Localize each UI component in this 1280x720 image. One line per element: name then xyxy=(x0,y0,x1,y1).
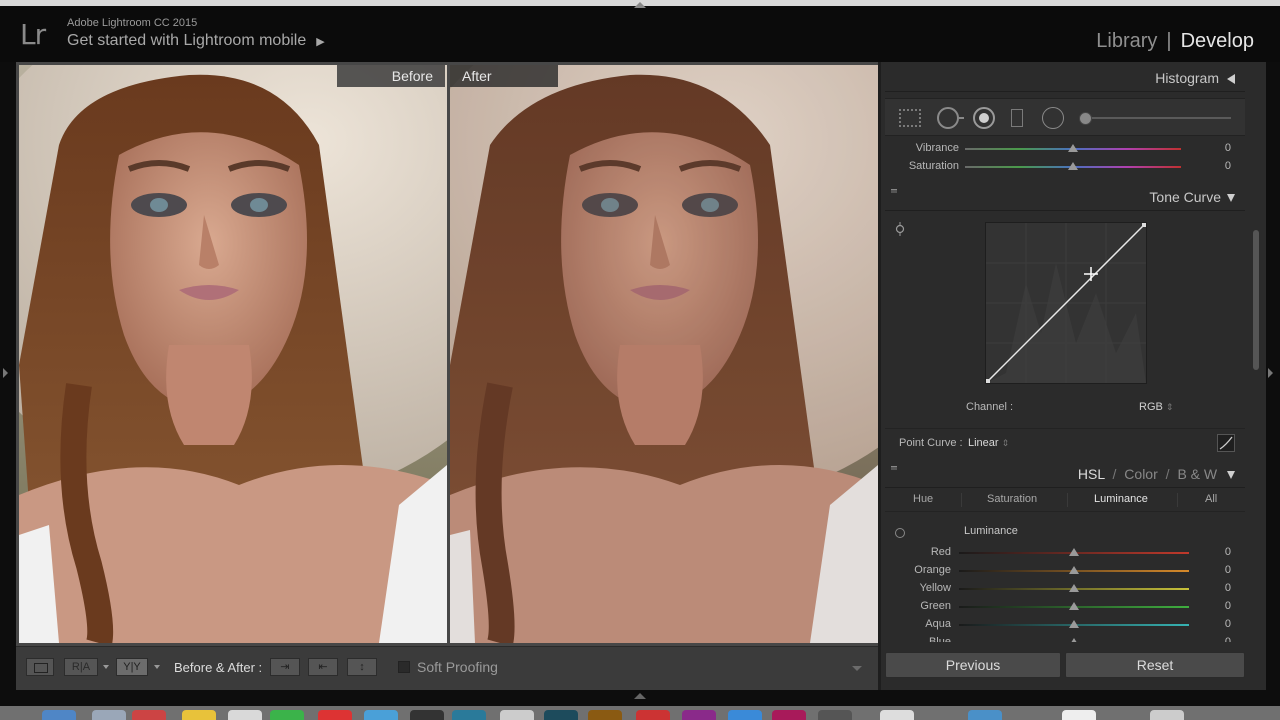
loupe-view-button[interactable] xyxy=(26,658,54,676)
dock-app-icon[interactable] xyxy=(92,710,126,720)
luminance-slider-knob[interactable] xyxy=(1069,602,1079,610)
dock-app-icon[interactable] xyxy=(182,710,216,720)
luminance-slider-knob[interactable] xyxy=(1069,638,1079,642)
soft-proofing-checkbox[interactable] xyxy=(398,661,410,673)
before-after-view-button[interactable]: Y|Y xyxy=(116,658,148,676)
luminance-slider-value[interactable]: 0 xyxy=(1225,600,1231,612)
previous-button[interactable]: Previous xyxy=(885,652,1061,678)
luminance-slider-value[interactable]: 0 xyxy=(1225,618,1231,630)
luminance-slider-aqua[interactable]: Aqua 0 xyxy=(885,616,1245,634)
dock-app-icon[interactable] xyxy=(772,710,806,720)
dock-app-icon[interactable] xyxy=(818,710,852,720)
luminance-slider-label: Red xyxy=(930,546,951,558)
before-after-label: Before & After : xyxy=(174,660,263,675)
portrait-before-image xyxy=(19,65,447,643)
luminance-slider-value[interactable]: 0 xyxy=(1225,546,1231,558)
module-develop[interactable]: Develop xyxy=(1181,30,1254,52)
mobile-promo-link[interactable]: Get started with Lightroom mobile ▶ xyxy=(67,32,325,50)
luminance-slider-label: Aqua xyxy=(925,618,951,630)
viewer-toolbar: R|A Y|Y Before & After : ⇥ ⇤ ↕ Soft Proo… xyxy=(16,646,878,690)
before-after-viewer: Before After R|A Y|Y Before & After: ⇥ … xyxy=(16,62,878,690)
toolbar-content-menu-icon[interactable] xyxy=(852,666,862,671)
dock-app-icon[interactable] xyxy=(880,710,914,720)
luminance-slider-value[interactable]: 0 xyxy=(1225,564,1231,576)
luminance-slider-track[interactable] xyxy=(959,584,1189,592)
module-picker: Library | Develop xyxy=(1096,30,1254,53)
photo-before[interactable]: Before xyxy=(19,65,447,643)
previous-reset-bar: Previous Reset xyxy=(885,652,1245,680)
luminance-slider-knob[interactable] xyxy=(1069,620,1079,628)
dock-app-icon[interactable] xyxy=(682,710,716,720)
copy-before-to-after-button[interactable]: ⇥ xyxy=(270,658,300,676)
luminance-slider-track[interactable] xyxy=(959,548,1189,556)
right-panel-toggle-icon[interactable] xyxy=(1268,368,1273,378)
luminance-slider-label: Green xyxy=(920,600,951,612)
luminance-slider-knob[interactable] xyxy=(1069,548,1079,556)
luminance-slider-red[interactable]: Red 0 xyxy=(885,544,1245,562)
luminance-slider-knob[interactable] xyxy=(1069,566,1079,574)
luminance-slider-track[interactable] xyxy=(959,620,1189,628)
dock-app-icon[interactable] xyxy=(544,710,578,720)
develop-right-panel: Histogram Vibrance 0 Saturation 0 Tone C… xyxy=(881,62,1266,690)
module-header: Lr Adobe Lightroom CC 2015 Get started w… xyxy=(0,6,1280,62)
app-name: Adobe Lightroom CC 2015 xyxy=(67,17,198,29)
module-library[interactable]: Library xyxy=(1096,30,1157,52)
filmstrip-toggle-icon[interactable] xyxy=(634,693,646,699)
luminance-slider-blue[interactable]: Blue 0 xyxy=(885,634,1245,642)
copy-after-to-before-button[interactable]: ⇤ xyxy=(308,658,338,676)
view-dropdown-icon[interactable] xyxy=(103,665,109,669)
luminance-slider-value[interactable]: 0 xyxy=(1225,636,1231,642)
luminance-slider-track[interactable] xyxy=(959,602,1189,610)
dock-app-icon[interactable] xyxy=(452,710,486,720)
luminance-slider-label: Yellow xyxy=(919,582,951,594)
dock-app-icon[interactable] xyxy=(588,710,622,720)
dock-app-icon[interactable] xyxy=(728,710,762,720)
dock-app-icon[interactable] xyxy=(228,710,262,720)
luminance-slider-green[interactable]: Green 0 xyxy=(885,598,1245,616)
dock-app-icon[interactable] xyxy=(1150,710,1184,720)
dock-app-icon[interactable] xyxy=(132,710,166,720)
luminance-slider-value[interactable]: 0 xyxy=(1225,582,1231,594)
dock-app-icon[interactable] xyxy=(500,710,534,720)
dock-app-icon[interactable] xyxy=(364,710,398,720)
luminance-slider-knob[interactable] xyxy=(1069,584,1079,592)
panel-scrollbar[interactable] xyxy=(1253,230,1259,370)
lightroom-logo: Lr xyxy=(20,18,46,51)
play-arrow-icon: ▶ xyxy=(316,36,325,48)
luminance-slider-track[interactable] xyxy=(959,566,1189,574)
soft-proofing-label: Soft Proofing xyxy=(417,659,498,675)
dock-app-icon[interactable] xyxy=(318,710,352,720)
dock-app-icon[interactable] xyxy=(42,710,76,720)
os-dock xyxy=(0,706,1280,720)
reference-view-button[interactable]: R|A xyxy=(64,658,98,676)
dock-app-icon[interactable] xyxy=(636,710,670,720)
mobile-promo-label: Get started with Lightroom mobile xyxy=(67,32,307,49)
module-separator: | xyxy=(1166,30,1172,52)
luminance-sliders: Red 0 Orange 0 Yellow 0 Green 0 Aqua 0 Blue 0 xyxy=(881,62,1266,642)
luminance-slider-label: Blue xyxy=(928,636,951,642)
before-label: Before xyxy=(337,65,445,87)
dock-app-icon[interactable] xyxy=(270,710,304,720)
photo-after[interactable]: After xyxy=(450,65,878,643)
luminance-slider-label: Orange xyxy=(914,564,951,576)
dock-app-icon[interactable] xyxy=(968,710,1002,720)
top-panel-toggle-icon[interactable] xyxy=(634,2,646,8)
reset-button[interactable]: Reset xyxy=(1065,652,1245,678)
after-label: After xyxy=(450,65,558,87)
dock-app-icon[interactable] xyxy=(1062,710,1096,720)
after-grade-overlay xyxy=(450,65,878,643)
left-panel-toggle-icon[interactable] xyxy=(3,368,8,378)
luminance-slider-orange[interactable]: Orange 0 xyxy=(885,562,1245,580)
workspace: Before After R|A Y|Y Before & After: ⇥ … xyxy=(16,62,1266,690)
swap-before-after-button[interactable]: ↕ xyxy=(347,658,377,676)
luminance-slider-yellow[interactable]: Yellow 0 xyxy=(885,580,1245,598)
before-after-dropdown-icon[interactable] xyxy=(154,665,160,669)
dock-app-icon[interactable] xyxy=(410,710,444,720)
